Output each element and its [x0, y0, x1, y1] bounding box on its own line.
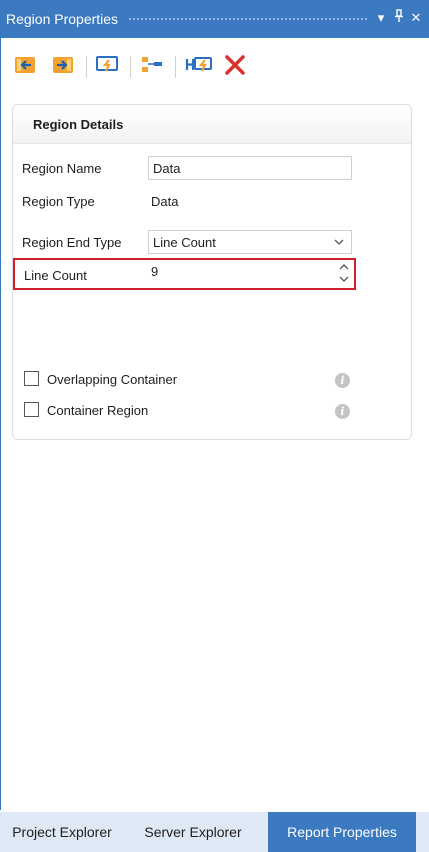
move-right-icon[interactable] [52, 54, 74, 76]
close-icon[interactable]: ✕ [408, 9, 424, 27]
container-region-checkbox[interactable] [24, 402, 39, 417]
line-count-stepper[interactable]: 9 [149, 260, 353, 288]
delete-icon[interactable] [224, 54, 246, 76]
chevron-up-icon[interactable] [339, 263, 349, 271]
panel-title-bar: Region Properties ▾ ✕ [0, 0, 429, 38]
line-count-value: 9 [151, 264, 159, 279]
region-end-type-label: Region End Type [22, 235, 122, 250]
panel-left-border [0, 38, 1, 810]
tab-project-explorer[interactable]: Project Explorer [0, 812, 124, 852]
toolbar-separator [86, 56, 87, 78]
refresh-region-icon[interactable] [96, 54, 118, 76]
overlapping-container-label: Overlapping Container [47, 372, 178, 387]
region-tree-icon[interactable] [140, 54, 162, 76]
region-end-type-value: Line Count [153, 235, 216, 250]
toolbar-separator [175, 56, 176, 78]
move-left-icon[interactable] [14, 54, 36, 76]
region-type-label: Region Type [22, 194, 95, 209]
region-details-header: Region Details [13, 105, 411, 144]
toolbar-separator [130, 56, 131, 78]
bottom-tab-bar: Project Explorer Server Explorer Report … [0, 812, 429, 852]
overlapping-container-checkbox[interactable] [24, 371, 39, 386]
region-name-label: Region Name [22, 161, 102, 176]
chevron-down-icon[interactable] [339, 275, 349, 283]
panel-title: Region Properties [6, 11, 119, 27]
region-name-input[interactable]: Data [148, 156, 352, 180]
tab-report-properties[interactable]: Report Properties [268, 812, 416, 852]
tab-server-explorer[interactable]: Server Explorer [130, 812, 256, 852]
pin-icon[interactable] [391, 9, 407, 27]
info-icon[interactable]: i [335, 373, 350, 388]
region-end-type-select[interactable]: Line Count [148, 230, 352, 254]
region-name-value: Data [153, 161, 181, 176]
container-region-label: Container Region [47, 403, 149, 418]
region-type-value: Data [151, 194, 179, 209]
toolbar [0, 38, 429, 94]
chevron-down-icon [334, 239, 344, 245]
drag-grip[interactable] [128, 17, 367, 22]
info-icon[interactable]: i [335, 404, 350, 419]
header-lightning-icon[interactable] [185, 54, 212, 76]
line-count-label: Line Count [24, 268, 87, 283]
dropdown-icon[interactable]: ▾ [373, 9, 389, 27]
region-details-heading: Region Details [33, 117, 124, 132]
